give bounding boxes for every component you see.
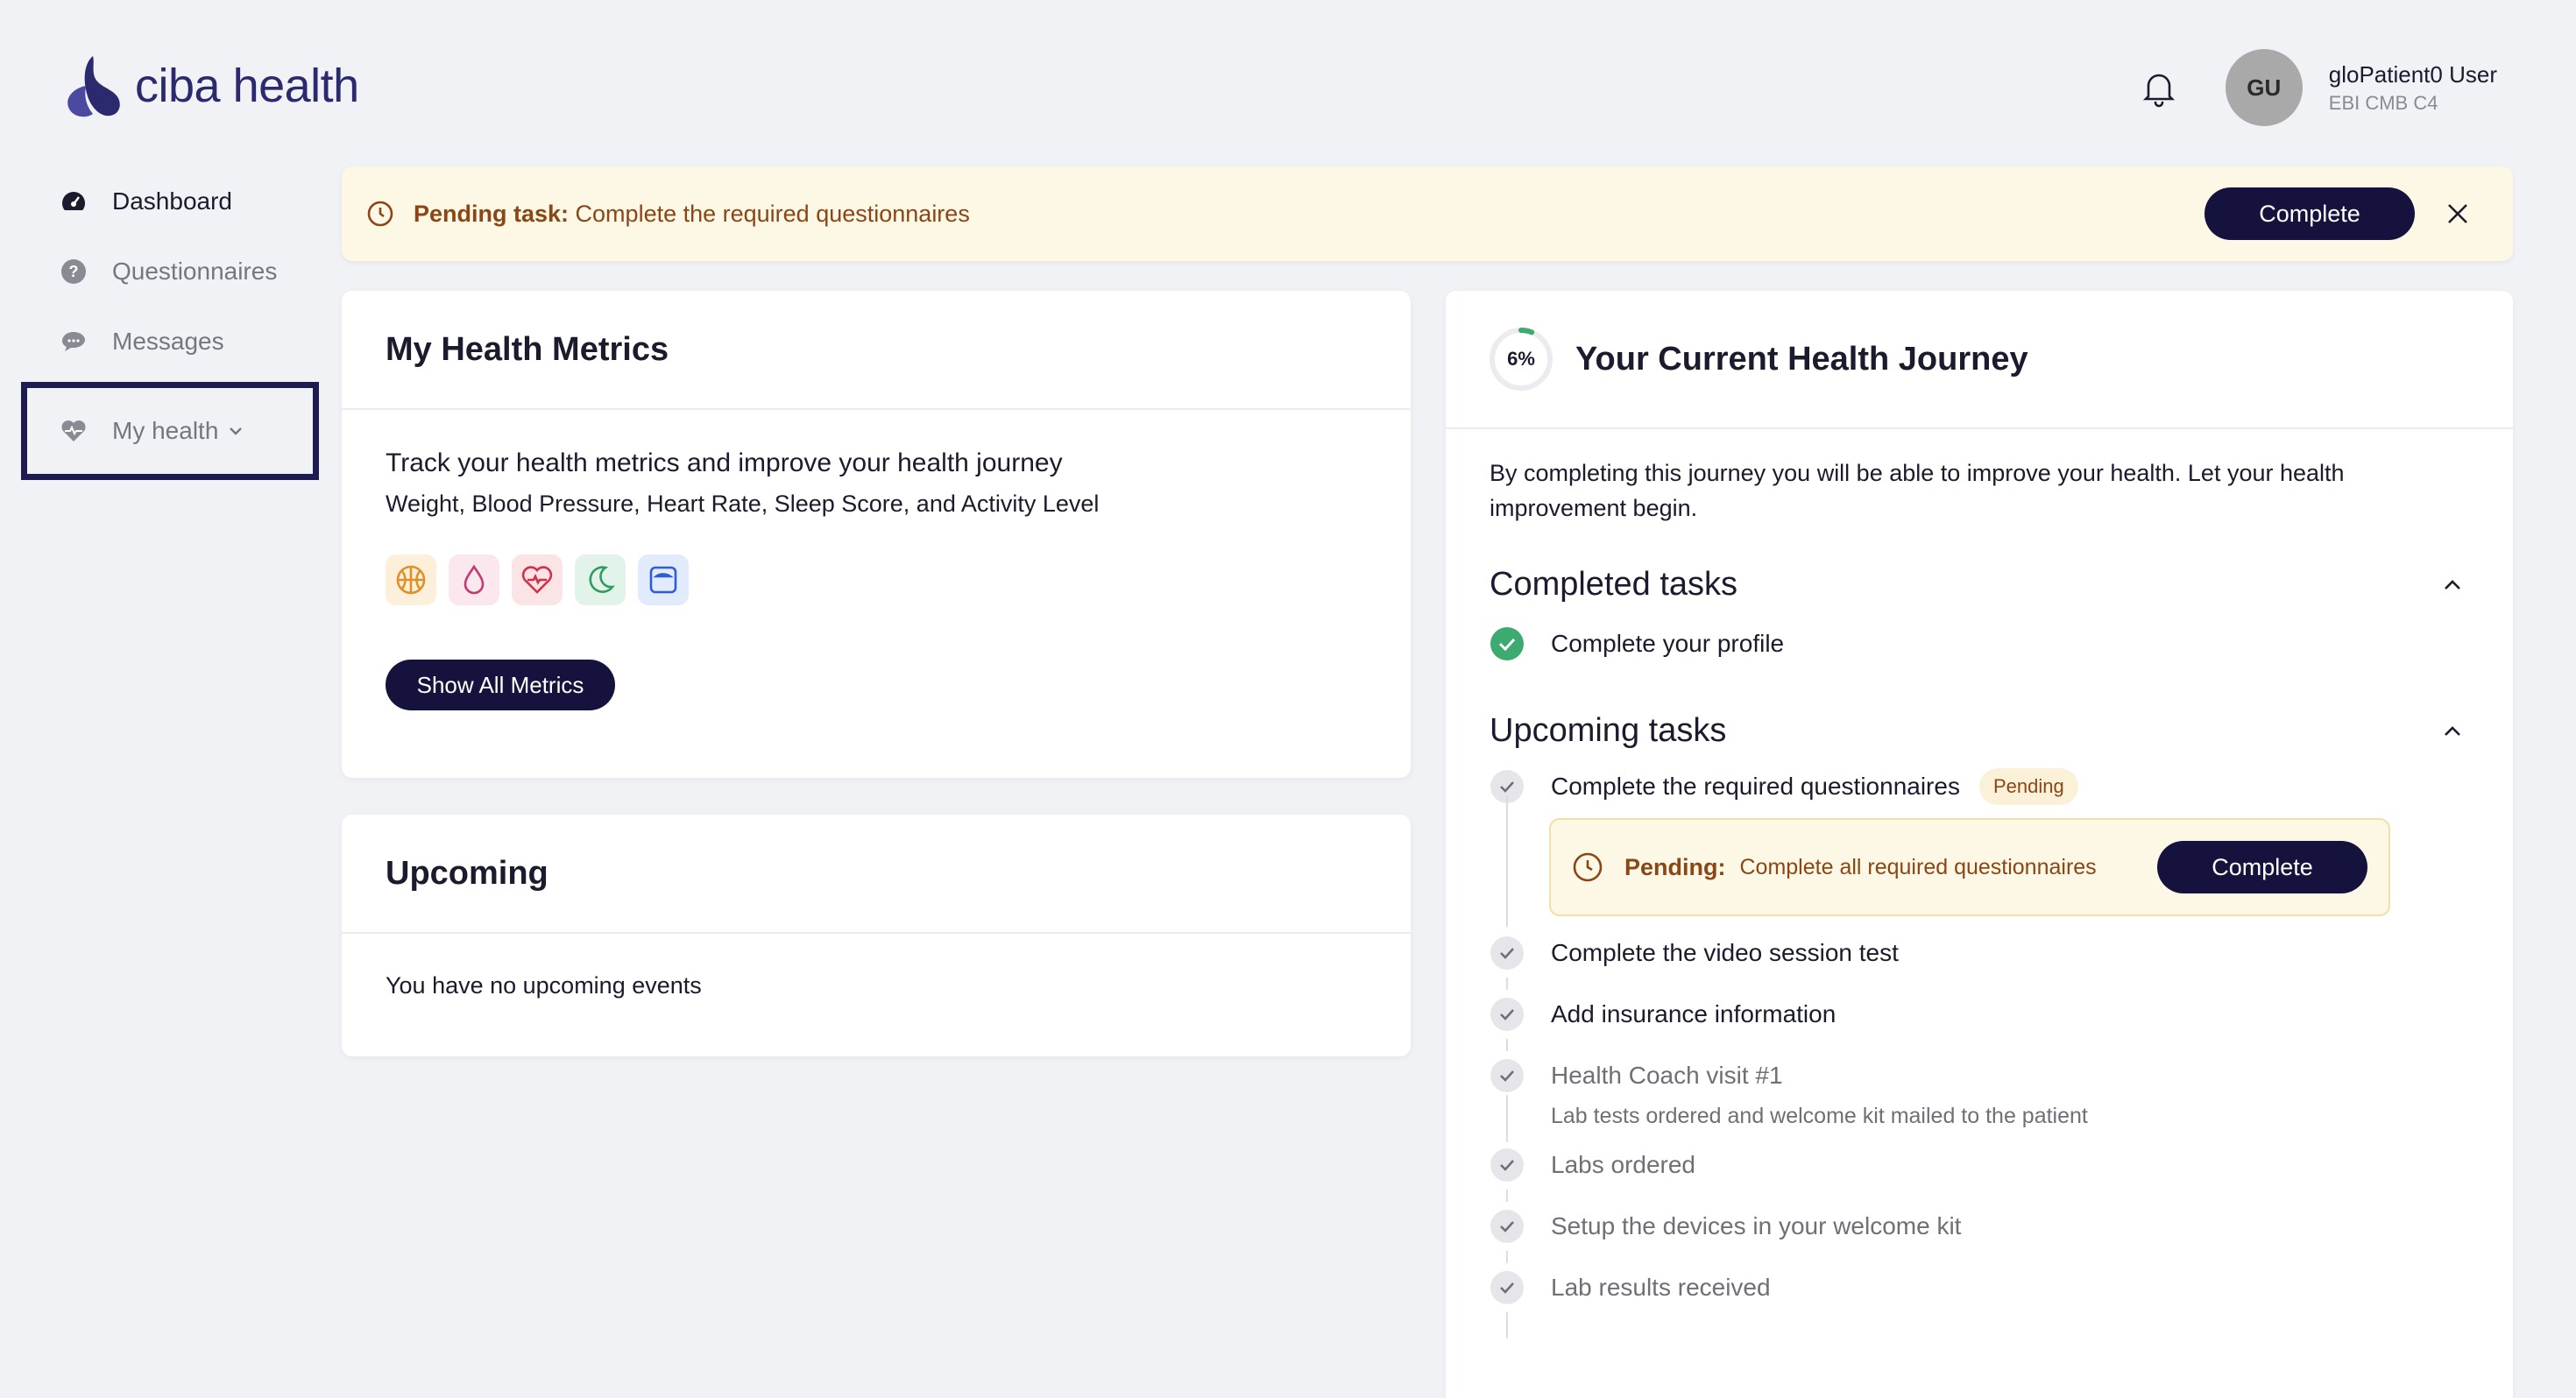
section-title: Completed tasks — [1490, 566, 1738, 603]
upcoming-task[interactable]: Setup the devices in your welcome kit — [1490, 1209, 2469, 1244]
banner-complete-button[interactable]: Complete — [2204, 187, 2415, 240]
heart-pulse-icon — [61, 420, 86, 441]
task-label: Labs ordered — [1551, 1151, 1696, 1178]
chat-bubble-icon — [62, 332, 85, 351]
metrics-heading: Track your health metrics and improve yo… — [386, 448, 1063, 477]
check-circle-icon — [1490, 936, 1524, 970]
journey-intro: By completing this journey you will be a… — [1490, 460, 2345, 521]
close-icon[interactable] — [2445, 201, 2471, 227]
upcoming-task[interactable]: Health Coach visit #1 — [1490, 1058, 2469, 1093]
metric-icons — [386, 554, 1367, 605]
timeline-connector — [1506, 1190, 1508, 1202]
svg-text:?: ? — [69, 263, 79, 280]
timeline-connector — [1506, 1039, 1508, 1051]
header-user-area: GU gloPatient0 User EBI CMB C4 — [2138, 49, 2497, 126]
task-label: Complete the video session test — [1551, 939, 1899, 966]
upcoming-task[interactable]: Complete the required questionnaires Pen… — [1490, 768, 2469, 805]
check-circle-icon — [1490, 998, 1524, 1031]
task-description: Lab tests ordered and welcome kit mailed… — [1551, 1104, 2088, 1128]
health-journey-card: 6% Your Current Health Journey By comple… — [1446, 291, 2513, 1398]
timeline-connector — [1506, 795, 1508, 927]
avatar[interactable]: GU — [2225, 49, 2303, 126]
banner-text: Complete the required questionnaires — [575, 200, 970, 227]
pending-questionnaire-box: Pending: Complete all required questionn… — [1549, 818, 2390, 916]
heart-rate-icon — [512, 554, 563, 605]
task-label: Setup the devices in your welcome kit — [1551, 1212, 1962, 1239]
upcoming-card: Upcoming You have no upcoming events — [342, 815, 1411, 1056]
timeline-connector — [1506, 978, 1508, 990]
health-metrics-card: My Health Metrics Track your health metr… — [342, 291, 1411, 778]
upcoming-tasks-header[interactable]: Upcoming tasks — [1490, 712, 2469, 750]
upcoming-empty-text: You have no upcoming events — [386, 972, 702, 999]
activity-ball-icon — [386, 554, 436, 605]
pending-complete-button[interactable]: Complete — [2157, 841, 2367, 893]
scale-icon — [638, 554, 689, 605]
pending-label: Pending: — [1624, 853, 1726, 880]
upcoming-task[interactable]: Labs ordered — [1490, 1147, 2469, 1183]
sidebar-item-questionnaires[interactable]: ? Questionnaires — [21, 237, 319, 307]
completed-task: Complete your profile — [1490, 626, 2469, 661]
user-subtitle: EBI CMB C4 — [2328, 91, 2438, 114]
gauge-icon — [62, 192, 85, 210]
timeline-connector — [1506, 1095, 1508, 1142]
pending-badge: Pending — [1978, 768, 2078, 805]
card-title: My Health Metrics — [386, 330, 669, 368]
sidebar-nav: Dashboard ? Questionnaires Messages My h… — [21, 166, 319, 480]
task-label: Health Coach visit #1 — [1551, 1062, 1783, 1089]
banner-message: Pending task: Complete the required ques… — [414, 201, 970, 228]
check-circle-icon — [1490, 1148, 1524, 1182]
chevron-up-icon[interactable] — [2439, 572, 2466, 598]
brand-logo[interactable]: ciba health — [60, 51, 359, 121]
upcoming-task[interactable]: Add insurance information — [1490, 997, 2469, 1032]
pending-task-banner: Pending task: Complete the required ques… — [342, 166, 2513, 261]
task-label: Complete the required questionnaires — [1551, 773, 1960, 800]
user-name: gloPatient0 User — [2328, 60, 2497, 88]
progress-ring: 6% — [1488, 326, 1554, 392]
completed-tasks-header[interactable]: Completed tasks — [1490, 566, 2469, 604]
sidebar-item-label: Questionnaires — [112, 258, 278, 285]
sidebar-item-dashboard[interactable]: Dashboard — [21, 166, 319, 237]
metrics-subheading: Weight, Blood Pressure, Heart Rate, Slee… — [386, 491, 1100, 517]
timeline-connector — [1506, 1251, 1508, 1263]
check-circle-icon — [1490, 1059, 1524, 1092]
moon-sleep-icon — [575, 554, 626, 605]
check-circle-icon — [1490, 1271, 1524, 1304]
sidebar-item-messages[interactable]: Messages — [21, 307, 319, 377]
user-info[interactable]: gloPatient0 User EBI CMB C4 — [2329, 61, 2497, 115]
bell-icon[interactable] — [2138, 67, 2180, 109]
progress-percent: 6% — [1507, 348, 1535, 370]
section-title: Upcoming tasks — [1490, 712, 1727, 749]
banner-label: Pending task: — [414, 200, 570, 227]
timeline-connector — [1506, 1312, 1508, 1338]
task-label: Add insurance information — [1551, 1000, 1836, 1027]
pending-text: Complete all required questionnaires — [1739, 854, 2097, 879]
task-label: Lab results received — [1551, 1274, 1771, 1301]
chevron-up-icon[interactable] — [2439, 718, 2466, 745]
clock-icon — [1573, 852, 1603, 882]
sidebar-item-label: Messages — [112, 328, 224, 355]
upcoming-task[interactable]: Complete the video session test — [1490, 936, 2469, 971]
chevron-down-icon — [230, 427, 243, 435]
butterfly-logo-icon — [67, 56, 120, 117]
task-label: Complete your profile — [1551, 630, 1785, 657]
journey-title: Your Current Health Journey — [1575, 340, 2028, 378]
sidebar-item-my-health[interactable]: My health — [21, 382, 319, 480]
question-circle-icon: ? — [61, 259, 86, 284]
check-circle-icon — [1490, 627, 1524, 660]
card-title: Upcoming — [386, 854, 548, 892]
brand-name: ciba health — [135, 60, 359, 112]
upcoming-task[interactable]: Lab results received — [1490, 1270, 2469, 1305]
blood-drop-icon — [449, 554, 499, 605]
show-all-metrics-button[interactable]: Show All Metrics — [386, 660, 615, 710]
sidebar-item-label: Dashboard — [112, 187, 232, 215]
check-circle-icon — [1490, 1210, 1524, 1243]
clock-icon — [367, 201, 393, 227]
sidebar-item-label: My health — [112, 417, 219, 444]
